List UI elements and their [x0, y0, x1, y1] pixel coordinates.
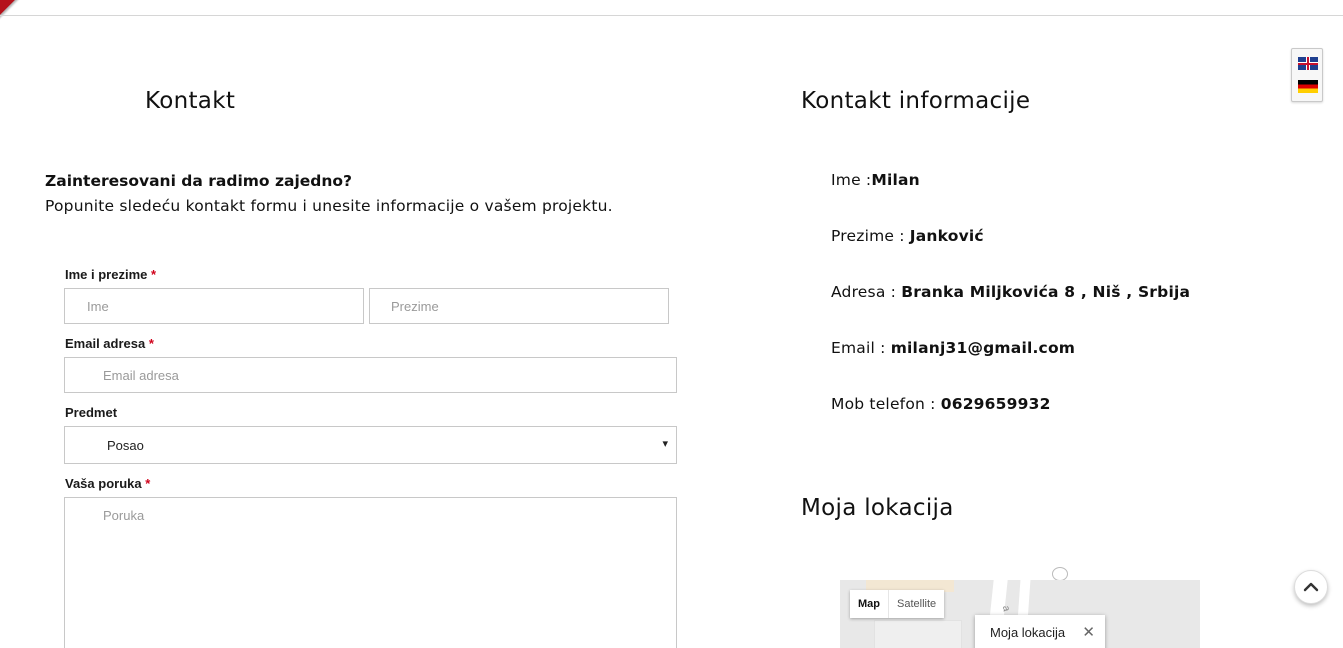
- last-name-input[interactable]: Prezime: [369, 288, 669, 324]
- subject-label: Predmet: [65, 405, 118, 420]
- map-type-map-button[interactable]: Map: [850, 590, 888, 618]
- map-marker-icon[interactable]: [1052, 567, 1068, 581]
- header-divider: [0, 15, 1343, 16]
- scroll-top-button[interactable]: [1294, 570, 1328, 604]
- message-textarea[interactable]: Poruka: [64, 497, 677, 648]
- map-type-satellite-button[interactable]: Satellite: [888, 590, 944, 618]
- german-flag-icon[interactable]: [1298, 80, 1318, 93]
- map-info-window: Moja lokacija ✕: [975, 615, 1105, 648]
- map-info-text: Moja lokacija: [990, 625, 1066, 640]
- subject-select[interactable]: Posao ▾: [64, 426, 677, 464]
- form-intro: Popunite sledeću kontakt formu i unesite…: [45, 197, 613, 215]
- close-icon[interactable]: ✕: [1082, 623, 1095, 641]
- message-label: Vaša poruka *: [65, 476, 151, 491]
- info-section-title: Kontakt informacije: [801, 88, 1031, 114]
- required-mark: *: [148, 336, 154, 351]
- info-row-first-name: Ime :Milan: [831, 171, 920, 189]
- subject-selected-value: Posao: [107, 437, 144, 453]
- corner-ribbon: [0, 0, 34, 34]
- name-label: Ime i prezime *: [65, 267, 157, 282]
- email-label: Email adresa *: [65, 336, 154, 351]
- email-input[interactable]: Email adresa: [64, 357, 677, 393]
- first-name-input[interactable]: Ime: [64, 288, 364, 324]
- info-row-last-name: Prezime : Janković: [831, 227, 984, 245]
- map-building: [874, 620, 962, 648]
- info-row-address: Adresa : Branka Miljkovića 8 , Niš , Srb…: [831, 283, 1191, 301]
- map-type-control: Map Satellite: [850, 590, 945, 618]
- required-mark: *: [145, 476, 151, 491]
- language-switcher: [1291, 48, 1323, 102]
- chevron-up-icon: [1303, 582, 1319, 592]
- location-section-title: Moja lokacija: [801, 495, 954, 521]
- info-row-phone: Mob telefon : 0629659932: [831, 395, 1051, 413]
- uk-flag-icon[interactable]: [1298, 57, 1318, 70]
- form-section-title: Kontakt: [145, 88, 236, 114]
- info-row-email: Email : milanj31@gmail.com: [831, 339, 1076, 357]
- required-mark: *: [151, 267, 157, 282]
- dropdown-arrow-icon: ▾: [662, 438, 668, 450]
- form-question: Zainteresovani da radimo zajedno?: [45, 172, 353, 190]
